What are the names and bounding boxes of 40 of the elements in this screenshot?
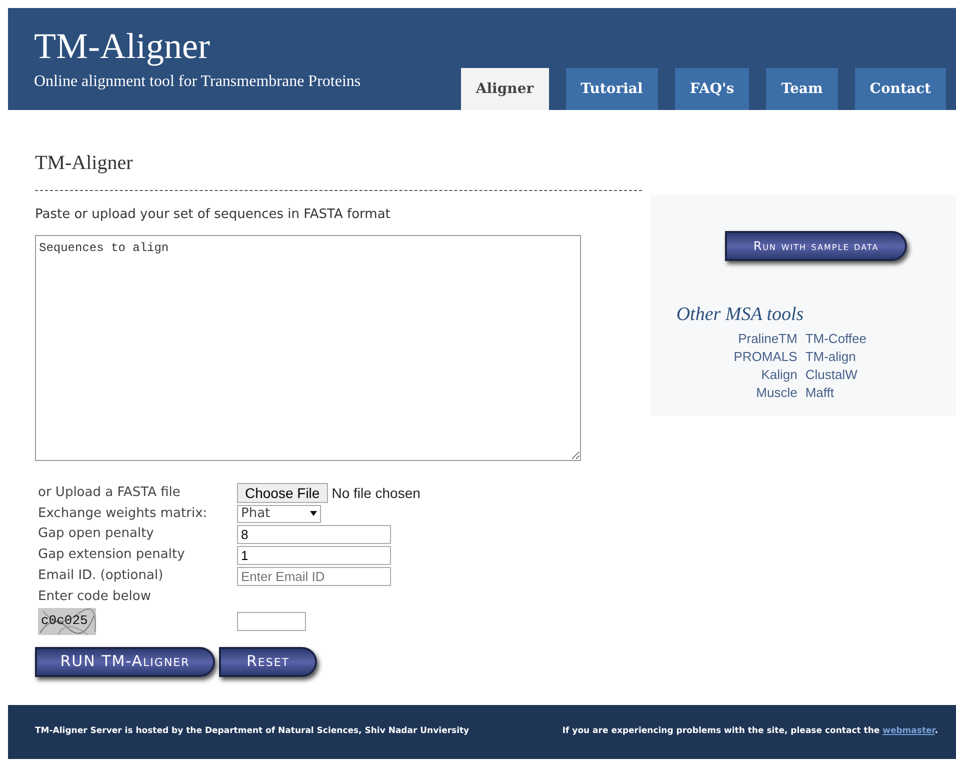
field-label: Gap open penalty: [38, 525, 155, 543]
choose-file-button[interactable]: Choose File: [237, 482, 328, 502]
tool-link[interactable]: TM-Coffee: [805, 330, 956, 348]
text-field[interactable]: Enter Email ID: [237, 566, 391, 586]
nav-tab[interactable]: FAQ's: [674, 68, 750, 110]
site-subtitle: Online alignment tool for Transmembrane Proteins: [34, 72, 361, 92]
nav-tab[interactable]: Contact: [854, 68, 946, 110]
tool-link[interactable]: ClustalW: [805, 366, 956, 384]
footer-text: If you are experiencing problems with the site, please contact the webmaster.: [562, 725, 938, 738]
sample-data-button[interactable]: Run with sample data: [725, 231, 907, 261]
field-label: Enter code below: [38, 588, 152, 606]
field-label: Gap extension penalty: [38, 546, 186, 564]
field-label: or Upload a FASTA file: [38, 484, 182, 502]
text-field[interactable]: 1: [237, 546, 391, 564]
dropdown-arrow-icon: [310, 511, 317, 516]
captcha-field[interactable]: [237, 612, 306, 630]
field-label: Exchange weights matrix:: [38, 504, 208, 522]
site-title: TM-Aligner: [34, 28, 211, 64]
matrix-select[interactable]: Phat: [237, 504, 321, 522]
nav-tab[interactable]: Tutorial: [566, 68, 658, 110]
run-button[interactable]: RUN TM-Aligner: [35, 646, 215, 676]
reset-button[interactable]: Reset: [219, 646, 317, 676]
field-label: Email ID. (optional): [38, 567, 164, 585]
tool-link[interactable]: PralineTM: [651, 330, 798, 348]
sidebar-heading: Other MSA tools: [676, 303, 805, 327]
page-heading: TM-Aligner: [35, 148, 642, 191]
tool-link[interactable]: TM-align: [805, 348, 956, 366]
tool-link[interactable]: PROMALS: [651, 348, 798, 366]
nav-tab[interactable]: Team: [766, 68, 838, 110]
nav-tab[interactable]: Aligner: [460, 68, 549, 110]
tool-link[interactable]: Kalign: [651, 366, 798, 384]
webmaster-link[interactable]: webmaster: [882, 726, 935, 736]
instruction-text: Paste or upload your set of sequences in FASTA format: [35, 206, 392, 224]
tool-link[interactable]: Mafft: [805, 384, 956, 402]
tool-link[interactable]: Muscle: [651, 384, 798, 402]
sequence-field[interactable]: Sequences to align: [35, 234, 581, 460]
text-field[interactable]: 8: [237, 524, 391, 544]
captcha-image: c0c025: [38, 608, 96, 634]
file-status: No file chosen: [332, 484, 420, 502]
footer-text: TM-Aligner Server is hosted by the Department of Natural Sciences, Shiv Nadar Unviersity: [35, 725, 470, 738]
